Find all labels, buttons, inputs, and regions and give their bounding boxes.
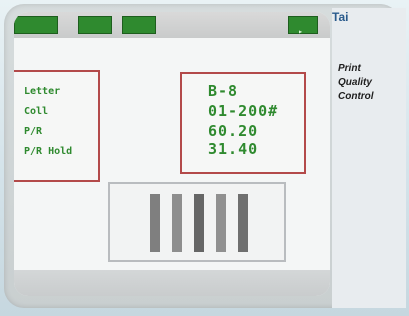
tab-1[interactable] — [14, 16, 58, 34]
readout-line-2: 01-200# — [208, 102, 279, 120]
print-sample-preview — [108, 182, 286, 262]
brand-logo: Tai — [332, 10, 349, 24]
display-screen: ▸ Letter Coll P/R P/R Hold B-8 01-200# 6… — [14, 12, 330, 296]
toolbar-center-readout — [189, 19, 269, 31]
readout-line-1: B-8 — [208, 82, 239, 100]
tab-2[interactable] — [78, 16, 112, 34]
sidebar-title-line-3: Control — [338, 91, 374, 102]
device-frame: ▸ Letter Coll P/R P/R Hold B-8 01-200# 6… — [0, 0, 409, 316]
sample-bar-2 — [172, 194, 182, 252]
sidebar-title-line-2: Quality — [338, 77, 372, 88]
sidebar-title-line-1: Print — [338, 63, 361, 74]
readout-line-4: 31.40 — [208, 140, 259, 158]
tab-right[interactable]: ▸ — [288, 16, 318, 36]
left-mode-panel: Letter Coll P/R P/R Hold — [14, 70, 100, 182]
tab-3[interactable] — [122, 16, 156, 34]
sample-bar-5 — [238, 194, 248, 252]
sample-bar-4 — [216, 194, 226, 252]
mode-item-letter[interactable]: Letter — [24, 86, 60, 97]
right-sidebar: Tai Print Quality Control — [332, 8, 406, 308]
bottom-status-strip — [14, 270, 330, 296]
sample-bar-1 — [150, 194, 160, 252]
print-quality-control-title: Print Quality Control — [338, 62, 374, 104]
right-arrow-icon: ▸ — [298, 27, 303, 36]
right-readout-panel: B-8 01-200# 60.20 31.40 — [180, 72, 306, 174]
mode-item-coll[interactable]: Coll — [24, 106, 48, 117]
top-toolbar: ▸ — [14, 12, 330, 38]
readout-line-3: 60.20 — [208, 122, 259, 140]
mode-item-pr-hold[interactable]: P/R Hold — [24, 146, 72, 157]
mode-item-pr[interactable]: P/R — [24, 126, 42, 137]
sample-bar-3 — [194, 194, 204, 252]
